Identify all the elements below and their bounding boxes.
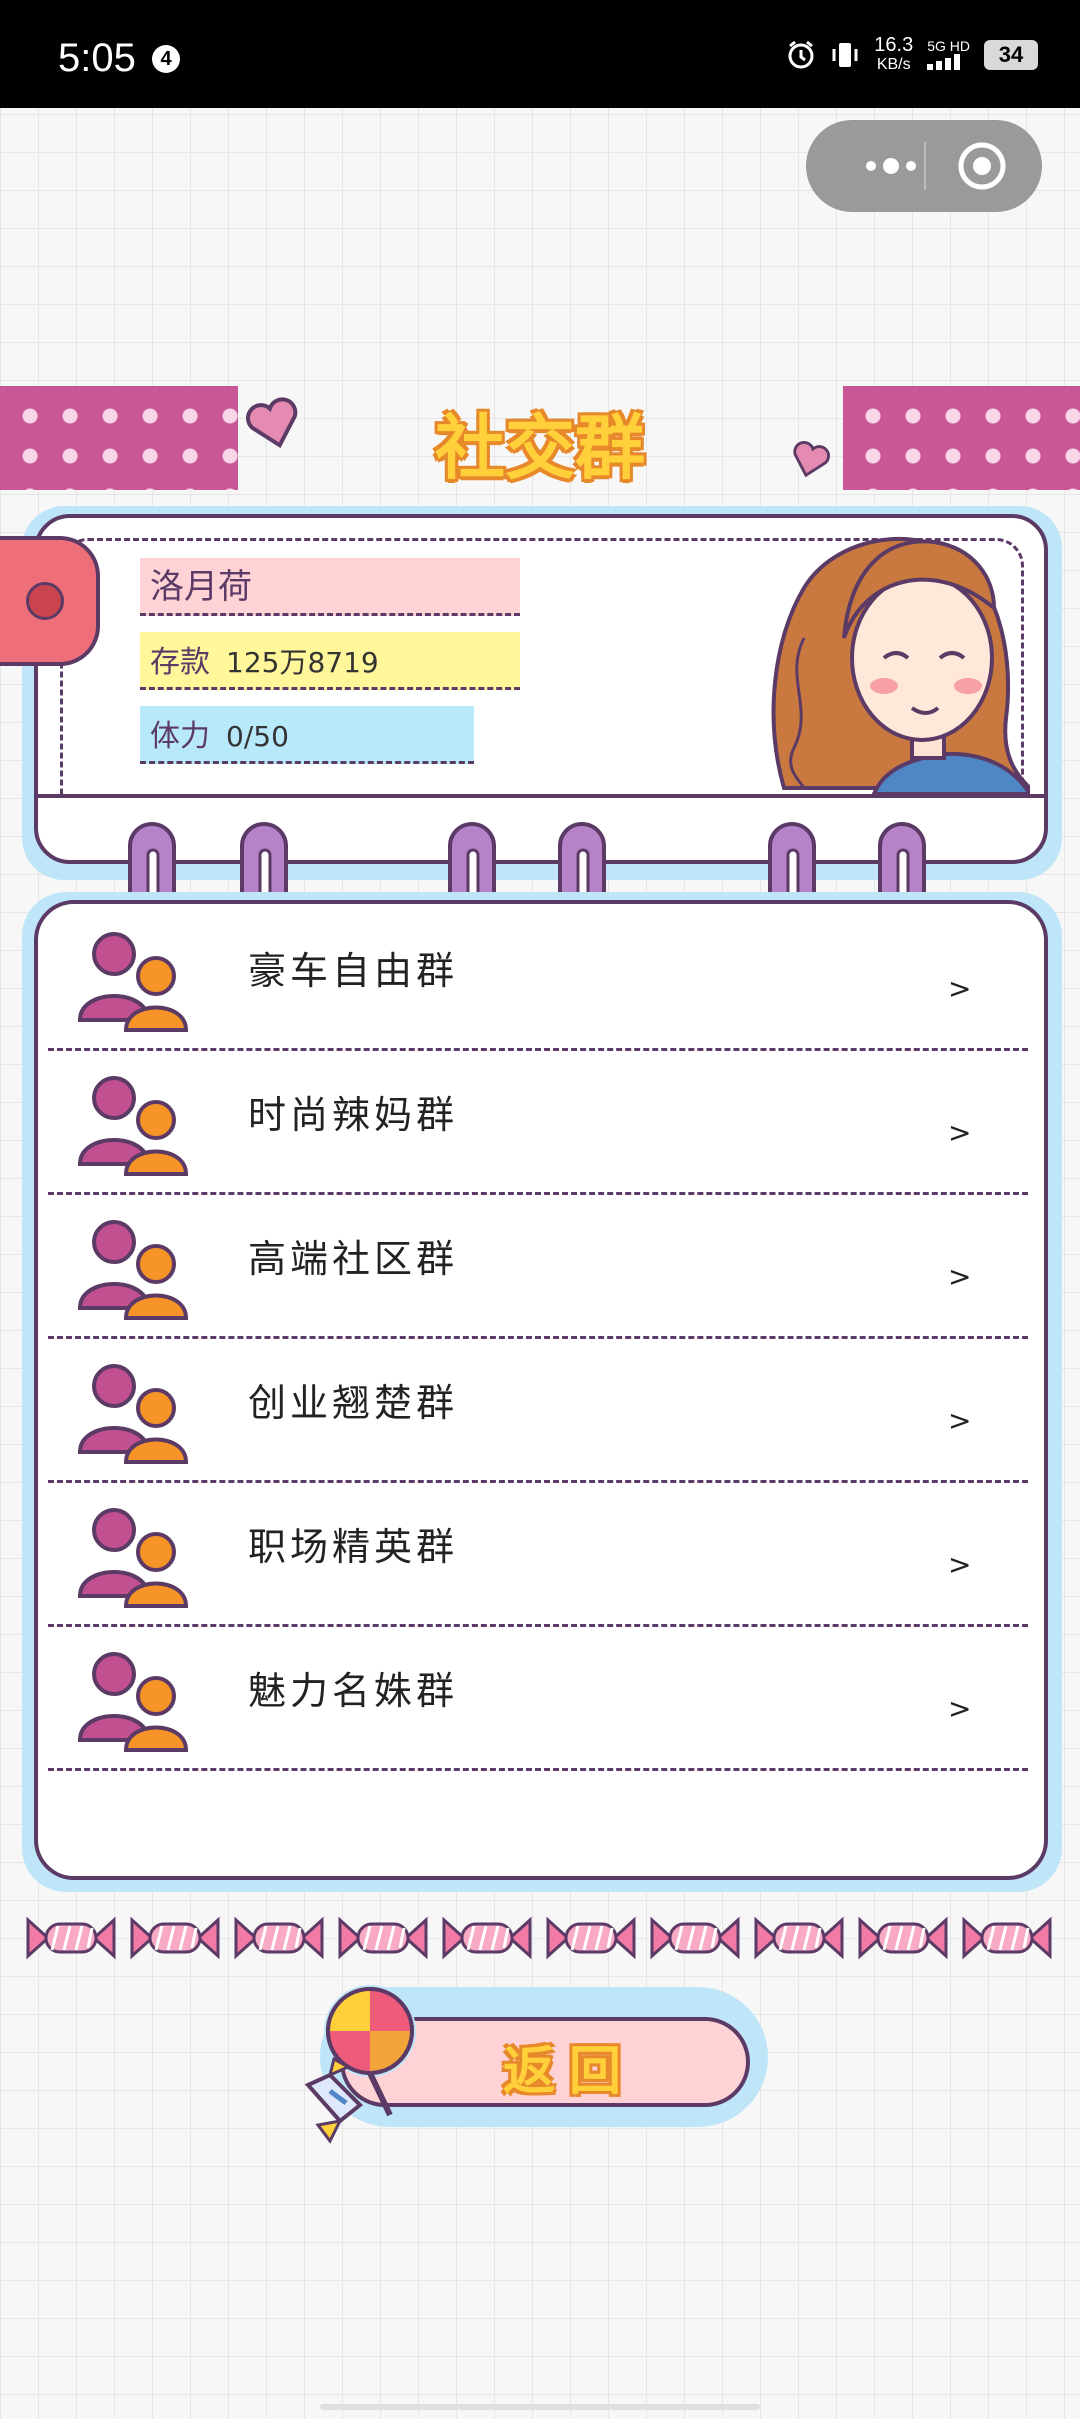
status-icons: 16.3 KB/s 5G HD 34 [786,30,1038,80]
profile-divider [38,794,1044,798]
chevron-right-icon: > [948,1692,972,1725]
stamina-label: 体力 [150,719,210,754]
miniprogram-capsule [806,120,1042,212]
group-row[interactable]: 豪车自由群 > [48,904,1028,1051]
player-name: 洛月荷 [140,558,520,616]
people-icon [77,1364,189,1464]
group-name: 职场精英群 [248,1525,459,1569]
more-dots-icon[interactable] [836,120,946,212]
candy-decoration-row [24,1910,1064,1970]
candy-icon [858,1916,948,1960]
notification-badge: 4 [152,45,180,73]
vibrate-icon [832,43,858,67]
stamina-value: 0/50 [226,720,289,753]
people-icon [77,1076,189,1176]
alarm-icon [788,40,814,69]
people-icon [77,932,189,1032]
group-row[interactable]: 创业翘楚群 > [48,1336,1028,1483]
group-row[interactable]: 时尚辣妈群 > [48,1048,1028,1195]
candy-icon [650,1916,740,1960]
candy-icon [130,1916,220,1960]
group-name: 豪车自由群 [248,949,459,993]
side-tab [0,536,100,666]
capsule-divider [924,142,926,190]
group-name: 创业翘楚群 [248,1381,459,1425]
group-name: 时尚辣妈群 [248,1093,459,1137]
status-bar: 5:05 4 16.3 KB/s 5G HD 34 [0,0,1080,108]
people-icon [77,1220,189,1320]
candy-icon [234,1916,324,1960]
speed-unit: KB/s [876,56,911,73]
network-speed: 16.3 KB/s [874,35,913,75]
woman-avatar-illustration [771,537,1030,794]
chevron-right-icon: > [948,1260,972,1293]
chevron-right-icon: > [948,1404,972,1437]
target-close-icon[interactable] [956,140,1008,192]
lollipop-candy-icon [304,1985,416,2144]
group-name: 魅力名姝群 [248,1669,459,1713]
tab-dot [26,582,64,620]
chevron-right-icon: > [948,1116,972,1149]
chevron-right-icon: > [948,972,972,1005]
people-icon [77,1652,189,1752]
group-list: 豪车自由群 > 时尚辣妈群 > 高端社区群 > 创业翘楚群 > 职场精英群 > … [34,900,1048,1880]
group-row[interactable]: 魅力名姝群 > [48,1624,1028,1771]
network-label: 5G HD [927,37,970,54]
candy-icon [26,1916,116,1960]
people-icon [77,1508,189,1608]
battery-indicator: 34 [984,40,1038,70]
back-button-group: 返回 [300,1975,770,2155]
status-time: 5:05 [58,36,136,80]
money-field: 存款 125万8719 [140,632,520,690]
candy-icon [442,1916,532,1960]
speed-value: 16.3 [874,34,914,56]
candy-icon [546,1916,636,1960]
group-row[interactable]: 职场精英群 > [48,1480,1028,1627]
stamina-field: 体力 0/50 [140,706,474,764]
signal-icon [927,53,961,70]
candy-icon [962,1916,1052,1960]
candy-icon [754,1916,844,1960]
home-indicator [320,2404,760,2410]
group-name: 高端社区群 [248,1237,459,1281]
money-value: 125万8719 [226,646,379,679]
network-indicator: 5G HD [927,38,970,73]
money-label: 存款 [150,645,210,680]
group-row[interactable]: 高端社区群 > [48,1192,1028,1339]
page-title: 社交群 [435,407,645,489]
candy-icon [338,1916,428,1960]
chevron-right-icon: > [948,1548,972,1581]
player-name-text: 洛月荷 [150,567,252,607]
